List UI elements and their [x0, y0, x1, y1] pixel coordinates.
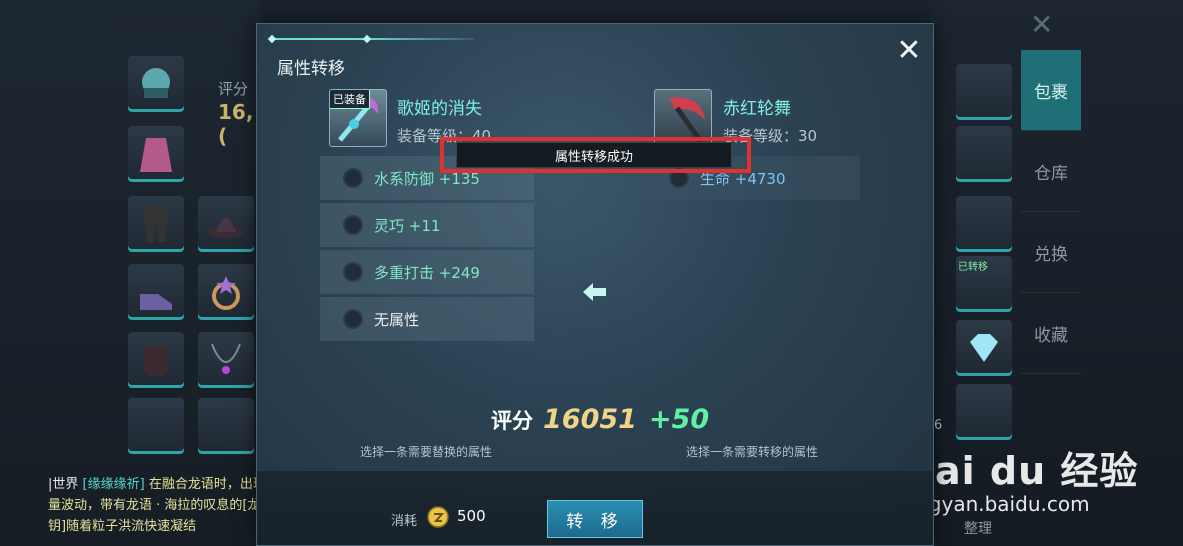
bag-slot[interactable]: [956, 196, 1012, 252]
tab-exchange[interactable]: 兑换: [1021, 212, 1081, 293]
transfer-button[interactable]: 转 移: [547, 500, 643, 538]
equip-slot-hat[interactable]: [198, 196, 254, 252]
transferred-tag: 已转移: [958, 262, 988, 273]
attribute-transfer-dialog: 属性转移 ✕ 已装备 歌姬的消失 装备等级：40 赤红轮舞 装备等级：30 水系…: [256, 23, 934, 546]
cost-value: 500: [457, 507, 486, 525]
left-hint: 选择一条需要替换的属性: [360, 445, 493, 459]
hat-icon: [208, 218, 244, 238]
radio-button[interactable]: [343, 168, 363, 188]
equip-slot-pants[interactable]: [128, 196, 184, 252]
equip-slot-shoes[interactable]: [128, 264, 184, 320]
watermark-logo: Bai du 经验: [905, 449, 1139, 493]
close-icon[interactable]: ✕: [893, 33, 925, 68]
bag-slot[interactable]: [956, 126, 1012, 182]
radio-button[interactable]: [343, 309, 363, 329]
left-attribute-row[interactable]: 无属性: [320, 297, 534, 341]
bag-slot[interactable]: 已转移: [956, 256, 1012, 312]
pants-icon: [144, 206, 168, 242]
dialog-title: 属性转移: [277, 59, 345, 79]
right-hint: 选择一条需要转移的属性: [686, 445, 819, 459]
equip-slot-ring[interactable]: [198, 264, 254, 320]
left-attribute-text: 多重打击 +249: [374, 263, 480, 282]
side-tabs: 包裹 仓库 兑换 收藏: [1021, 50, 1081, 374]
necklace-icon: [211, 343, 241, 374]
glove-icon: [144, 346, 168, 376]
equip-slot-head[interactable]: [128, 56, 184, 112]
score-delta: +50: [648, 404, 710, 435]
tab-bag[interactable]: 包裹: [1021, 50, 1081, 131]
tab-collection[interactable]: 收藏: [1021, 293, 1081, 374]
diamond-icon: [970, 334, 998, 362]
equipped-tag: 已装备: [330, 90, 370, 109]
inventory-left-panel: 评分 16,(: [0, 0, 260, 546]
arrange-button[interactable]: 整理: [964, 518, 992, 538]
bag-slot[interactable]: [956, 320, 1012, 376]
chat-channel: |世界: [48, 477, 79, 492]
equip-slot-necklace[interactable]: [198, 332, 254, 388]
bag-slot[interactable]: [956, 64, 1012, 120]
robe-icon: [140, 138, 172, 172]
highlight-frame: [440, 137, 751, 173]
gold-coin-icon: [427, 506, 449, 528]
radio-button[interactable]: [343, 215, 363, 235]
helmet-icon: [142, 68, 170, 98]
left-attribute-row[interactable]: 多重打击 +249: [320, 250, 534, 294]
left-attribute-text: 无属性: [374, 310, 420, 329]
cost-label: 消耗: [391, 514, 418, 529]
equip-slot-glove[interactable]: [128, 332, 184, 388]
item-count: 6: [934, 418, 943, 433]
tab-warehouse[interactable]: 仓库: [1021, 131, 1081, 212]
score-line: 评分 16051 +50: [491, 404, 709, 435]
left-attribute-row[interactable]: 灵巧 +11: [320, 203, 534, 247]
bag-slot[interactable]: [956, 384, 1012, 440]
background-score-value: 16,(: [218, 100, 254, 148]
chat-user[interactable]: [缘缘缘祈]: [83, 477, 145, 492]
shoes-icon: [140, 294, 172, 310]
title-decoration: [267, 34, 474, 44]
left-attribute-text: 灵巧 +11: [374, 216, 441, 235]
baidu-watermark: Bai du 经验 jingyan.baidu.com: [905, 440, 1139, 516]
ring-icon: [212, 276, 240, 310]
right-item-name: 赤红轮舞: [723, 99, 791, 119]
left-item-icon[interactable]: 已装备: [329, 89, 387, 147]
score-value: 16051: [543, 404, 637, 435]
background-close-icon[interactable]: ✕: [1030, 8, 1053, 41]
equip-slot-armor[interactable]: [128, 126, 184, 182]
cost-bar: 消耗 500 转 移: [257, 471, 933, 545]
radio-button[interactable]: [343, 262, 363, 282]
score-label: 评分: [491, 409, 533, 433]
arrow-left-icon: [583, 283, 606, 301]
background-score-label: 评分: [218, 80, 249, 98]
equip-slot-bracelet[interactable]: [128, 398, 184, 454]
left-item-name: 歌姬的消失: [397, 99, 482, 119]
equip-slot-empty[interactable]: [198, 398, 254, 454]
